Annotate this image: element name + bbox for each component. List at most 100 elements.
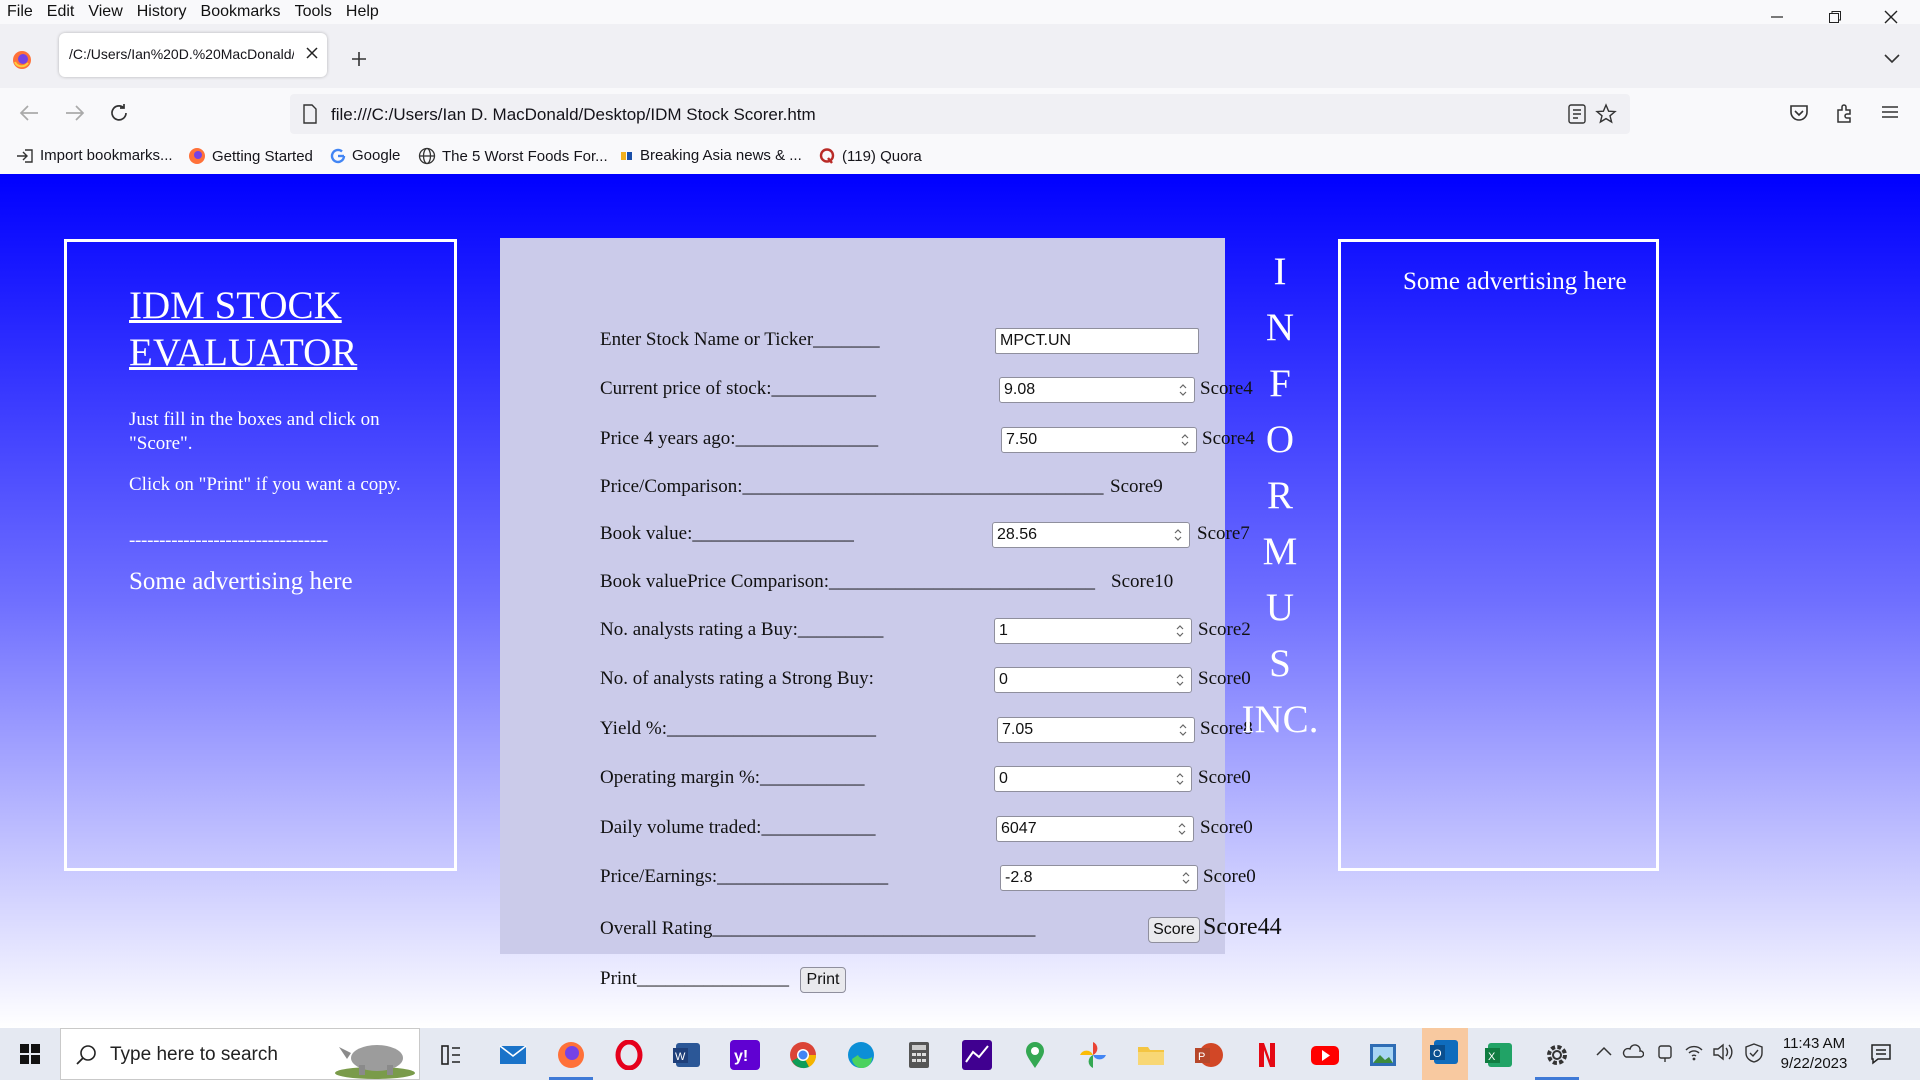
url-bar[interactable]: file:///C:/Users/Ian D. MacDonald/Deskto… — [290, 94, 1630, 134]
bookmark-getting-started[interactable]: Getting Started — [188, 147, 313, 165]
pocket-button[interactable] — [1788, 102, 1810, 124]
menu-help[interactable]: Help — [339, 2, 386, 22]
bookmark-google[interactable]: Google — [330, 147, 400, 164]
score-button[interactable]: Score — [1148, 917, 1200, 943]
bookmark-worst-foods[interactable]: The 5 Worst Foods For... — [418, 147, 608, 165]
svg-text:X: X — [1488, 1051, 1496, 1063]
start-button[interactable] — [20, 1044, 40, 1064]
back-arrow-icon — [19, 105, 38, 121]
show-hidden-icons-chevron-icon[interactable] — [1596, 1045, 1612, 1057]
notifications-button[interactable] — [1870, 1043, 1892, 1065]
volume-icon[interactable] — [1712, 1043, 1734, 1061]
operating-margin-score: Score0 — [1198, 767, 1251, 788]
device-icon[interactable] — [1656, 1043, 1674, 1063]
powerpoint-icon[interactable]: P — [1194, 1040, 1224, 1070]
menu-history[interactable]: History — [130, 2, 194, 22]
tab-close-button[interactable] — [305, 46, 319, 60]
calculator-icon[interactable] — [904, 1040, 934, 1070]
excel-icon[interactable]: X — [1484, 1040, 1514, 1070]
chrome-icon[interactable] — [788, 1040, 818, 1070]
ticker-input[interactable]: MPCT.UN — [995, 328, 1199, 354]
bookmark-import[interactable]: Import bookmarks... — [16, 147, 173, 164]
spinner-arrows-icon[interactable] — [1178, 722, 1188, 738]
url-text[interactable]: file:///C:/Users/Ian D. MacDonald/Deskto… — [331, 105, 816, 125]
back-button[interactable] — [18, 102, 40, 124]
analysts-strong-buy-input[interactable]: 0 — [994, 667, 1192, 693]
yield-label: Yield %:______________________ — [600, 718, 877, 739]
spinner-arrows-icon[interactable] — [1178, 382, 1188, 398]
youtube-icon[interactable] — [1310, 1040, 1340, 1070]
extensions-button[interactable] — [1834, 102, 1856, 124]
wifi-icon[interactable] — [1684, 1043, 1704, 1061]
file-explorer-icon[interactable] — [1136, 1040, 1166, 1070]
svg-text:y!: y! — [734, 1048, 748, 1065]
opera-icon[interactable] — [614, 1040, 644, 1070]
taskbar-search-box[interactable]: Type here to search — [60, 1028, 420, 1080]
print-button[interactable]: Print — [800, 967, 846, 993]
app-menu-button[interactable] — [1880, 102, 1900, 122]
spinner-arrows-icon[interactable] — [1181, 870, 1191, 886]
tab-current[interactable]: /C:/Users/Ian%20D.%20MacDonald/ — [59, 33, 327, 77]
image-viewer-icon[interactable] — [1368, 1040, 1398, 1070]
firefox-icon — [189, 148, 205, 164]
stock-scorer-form: Enter Stock Name or Ticker_______ MPCT.U… — [500, 238, 1282, 993]
price-earnings-input[interactable]: -2.8 — [1000, 865, 1198, 891]
menu-view[interactable]: View — [81, 2, 129, 22]
system-clock[interactable]: 11:43 AM 9/22/2023 — [1772, 1034, 1856, 1074]
word-icon[interactable]: W — [672, 1040, 702, 1070]
menu-file[interactable]: File — [0, 2, 40, 22]
bookmark-star-icon[interactable] — [1595, 103, 1617, 125]
reload-button[interactable] — [108, 102, 130, 124]
brand-letter: O — [1265, 418, 1295, 461]
yahoo-icon[interactable]: y! — [730, 1040, 760, 1070]
forward-arrow-icon — [66, 105, 85, 121]
import-icon — [17, 148, 33, 163]
spinner-arrows-icon[interactable] — [1180, 432, 1190, 448]
spinner-arrows-icon[interactable] — [1177, 821, 1187, 837]
yahoo-finance-icon[interactable] — [962, 1040, 992, 1070]
spinner-arrows-icon[interactable] — [1175, 771, 1185, 787]
menu-bar: File Edit View History Bookmarks Tools H… — [0, 0, 1920, 24]
site-title[interactable]: IDM STOCK EVALUATOR — [129, 282, 389, 376]
spinner-arrows-icon[interactable] — [1173, 527, 1183, 543]
edge-icon[interactable] — [846, 1040, 876, 1070]
bookmark-quora[interactable]: (119) Quora — [818, 147, 922, 165]
news-icon — [621, 151, 632, 160]
photos-icon[interactable] — [1078, 1040, 1108, 1070]
price-comparison-label: Price/Comparison:_______________________… — [600, 476, 1104, 497]
analysts-buy-input[interactable]: 1 — [994, 618, 1192, 644]
onedrive-icon[interactable] — [1622, 1043, 1644, 1059]
list-all-tabs-button[interactable] — [1884, 54, 1900, 64]
current-price-input[interactable]: 9.08 — [999, 377, 1195, 403]
security-shield-icon[interactable] — [1744, 1042, 1764, 1064]
instructions-text: Just fill in the boxes and click on "Sco… — [129, 409, 380, 454]
spinner-arrows-icon[interactable] — [1175, 623, 1185, 639]
price-4-years-input[interactable]: 7.50 — [1001, 427, 1197, 453]
mail-icon[interactable] — [498, 1040, 528, 1070]
maps-icon[interactable] — [1020, 1040, 1050, 1070]
brand-letter: INC. — [1241, 698, 1319, 741]
forward-button[interactable] — [64, 102, 86, 124]
spinner-arrows-icon[interactable] — [1175, 672, 1185, 688]
settings-gear-icon[interactable] — [1542, 1040, 1572, 1070]
menu-tools[interactable]: Tools — [288, 2, 339, 22]
reader-view-icon[interactable] — [1568, 104, 1586, 124]
outlook-active-icon[interactable]: O — [1422, 1028, 1468, 1080]
advertising-placeholder-right: Some advertising here — [1403, 268, 1627, 295]
menu-bookmarks[interactable]: Bookmarks — [194, 2, 288, 22]
clock-time: 11:43 AM — [1782, 1035, 1846, 1052]
yield-input[interactable]: 7.05 — [997, 717, 1195, 743]
book-value-input[interactable]: 28.56 — [992, 522, 1190, 548]
firefox-taskbar-icon[interactable] — [556, 1040, 586, 1070]
tab-strip: /C:/Users/Ian%20D.%20MacDonald/ — [0, 24, 1920, 88]
netflix-icon[interactable] — [1252, 1040, 1282, 1070]
firefox-menu-icon[interactable] — [12, 50, 32, 70]
operating-margin-input[interactable]: 0 — [994, 766, 1192, 792]
daily-volume-input[interactable]: 6047 — [996, 816, 1194, 842]
task-view-icon[interactable] — [436, 1040, 466, 1070]
menu-edit[interactable]: Edit — [40, 2, 82, 22]
bookmark-asia-news[interactable]: Breaking Asia news & ... — [620, 147, 802, 164]
book-value-comparison-label: Book valuePrice Comparison:_____________… — [600, 571, 1096, 592]
new-tab-button[interactable] — [350, 50, 368, 68]
google-icon — [330, 148, 346, 163]
